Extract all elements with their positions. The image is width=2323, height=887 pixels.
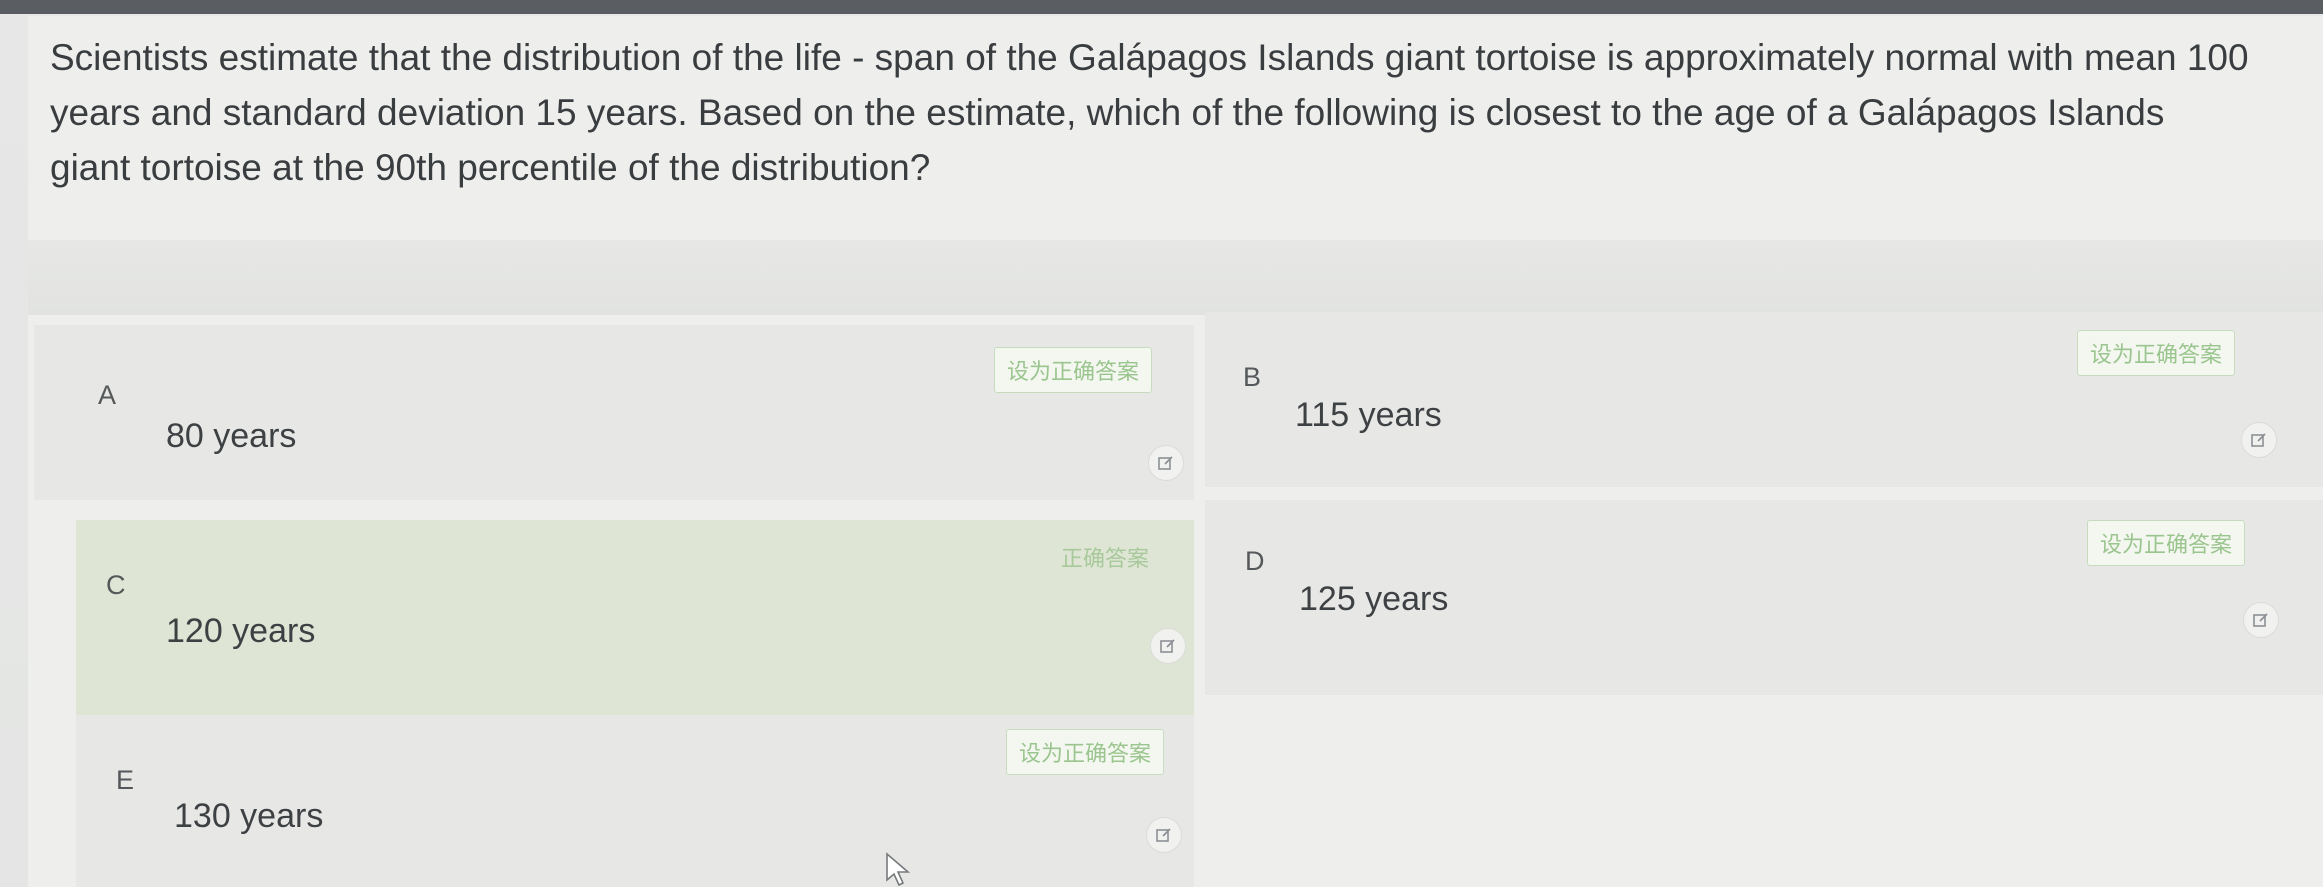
option-a[interactable]: A 80 years 设为正确答案	[34, 325, 1194, 500]
option-text: 120 years	[166, 612, 316, 650]
edit-icon[interactable]	[2241, 422, 2277, 458]
option-text: 130 years	[174, 797, 324, 835]
divider-band	[28, 240, 2323, 315]
option-letter: A	[98, 380, 117, 410]
question-text: Scientists estimate that the distributio…	[50, 37, 2249, 188]
edit-icon[interactable]	[2243, 602, 2279, 638]
set-correct-answer-button[interactable]: 设为正确答案	[1006, 729, 1165, 775]
option-text: 125 years	[1299, 580, 1449, 618]
option-letter: E	[116, 765, 135, 795]
edit-icon[interactable]	[1150, 628, 1186, 664]
correct-answer-label: 正确答案	[1061, 546, 1150, 571]
option-b[interactable]: B 115 years 设为正确答案	[1205, 312, 2323, 487]
set-correct-answer-button[interactable]: 设为正确答案	[994, 347, 1153, 393]
option-c[interactable]: C 120 years 正确答案	[76, 520, 1194, 715]
option-letter: B	[1243, 362, 1262, 392]
set-correct-answer-button[interactable]: 设为正确答案	[2087, 520, 2246, 566]
option-text: 80 years	[166, 417, 297, 455]
edit-icon[interactable]	[1148, 445, 1184, 481]
option-letter: D	[1245, 546, 1265, 576]
option-letter: C	[106, 570, 126, 600]
option-e[interactable]: E 130 years 设为正确答案	[76, 715, 1194, 887]
edit-icon[interactable]	[1146, 817, 1182, 853]
mouse-cursor-icon	[886, 852, 911, 887]
option-d[interactable]: D 125 years 设为正确答案	[1205, 500, 2323, 695]
set-correct-answer-button[interactable]: 设为正确答案	[2077, 330, 2236, 376]
option-text: 115 years	[1295, 396, 1442, 434]
